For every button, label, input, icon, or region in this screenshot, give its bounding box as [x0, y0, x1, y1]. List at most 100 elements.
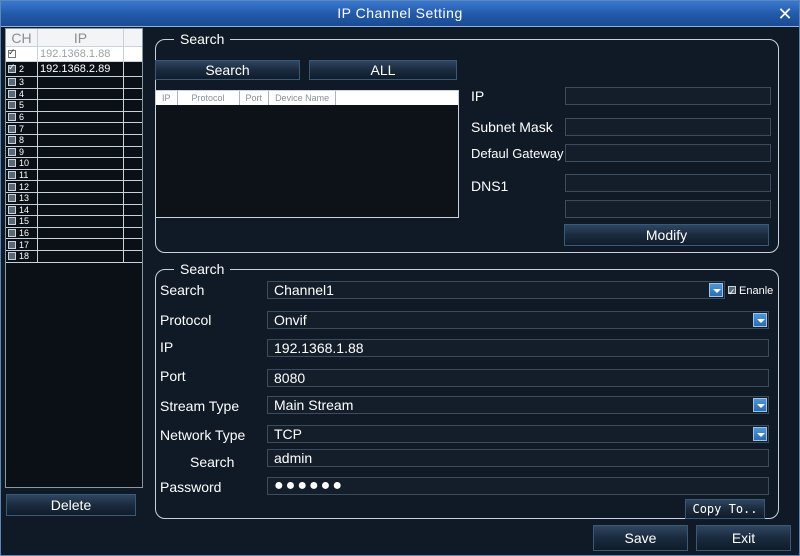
checkbox-icon[interactable] [8, 229, 16, 238]
channel-row[interactable]: 192.1368.1.88 [6, 47, 142, 62]
stream-type-select[interactable]: Main Stream [267, 396, 769, 414]
channel-ip-field[interactable]: 192.1368.1.88 [267, 339, 769, 357]
dns2-field[interactable] [565, 200, 771, 218]
chevron-down-icon[interactable] [753, 398, 767, 412]
channel-number: 5 [19, 100, 25, 111]
dns1-label: DNS1 [471, 178, 509, 194]
channel-ip-cell: 192.1368.1.88 [38, 47, 124, 61]
channel-select-value: Channel1 [274, 282, 334, 298]
checkbox-icon[interactable] [728, 283, 736, 301]
username-field[interactable]: admin [267, 449, 769, 467]
search-button[interactable]: Search [155, 60, 300, 80]
channel-ip-cell [38, 181, 124, 192]
save-button[interactable]: Save [593, 525, 688, 551]
enable-checkbox[interactable]: Enanle [728, 282, 773, 301]
channel-row[interactable]: 7 [6, 123, 142, 135]
default-gateway-label: Defaul Gateway [471, 146, 564, 161]
ip-label: IP [471, 88, 485, 104]
checkbox-icon[interactable] [8, 47, 16, 58]
delete-button[interactable]: Delete [6, 494, 136, 516]
checkbox-icon[interactable] [8, 252, 16, 261]
network-type-select[interactable]: TCP [267, 425, 769, 443]
default-gateway-field[interactable] [565, 144, 771, 162]
port-field[interactable]: 8080 [267, 369, 769, 387]
checkbox-icon[interactable] [8, 182, 16, 191]
channel-row[interactable]: 6 [6, 111, 142, 124]
channel-number: 11 [19, 170, 29, 181]
checkbox-icon[interactable] [8, 194, 16, 203]
subnet-mask-field[interactable] [565, 118, 771, 136]
device-table-header: IP Protocol Port Device Name [156, 91, 458, 105]
channel-number-cell: 6 [6, 111, 38, 123]
channel-ip-cell [38, 134, 124, 146]
channel-ip-cell: 192.1368.2.89 [38, 62, 124, 76]
channel-number: 16 [19, 228, 30, 239]
channel-row[interactable]: 12 [6, 181, 142, 193]
channel-row[interactable]: 3 [6, 77, 142, 89]
channel-row[interactable]: 10 [6, 158, 142, 170]
stream-type-label: Stream Type [160, 398, 240, 414]
channel-row[interactable]: 17 [6, 239, 142, 251]
chevron-down-icon[interactable] [753, 427, 767, 441]
channel-number: 13 [19, 193, 30, 204]
channel-row[interactable]: 13 [6, 192, 142, 205]
channel-number: 6 [19, 112, 25, 123]
checkbox-icon[interactable] [8, 171, 16, 180]
channel-number-cell: 12 [6, 181, 38, 192]
checkbox-icon[interactable] [8, 124, 16, 133]
channel-row[interactable]: 18 [6, 250, 142, 263]
close-icon[interactable]: ✕ [775, 4, 795, 24]
checkbox-icon[interactable] [8, 78, 16, 87]
channel-number-cell: 16 [6, 227, 38, 239]
channel-row[interactable]: 4 [6, 88, 142, 101]
channel-row[interactable]: 8 [6, 134, 142, 147]
chevron-down-icon[interactable] [709, 283, 723, 297]
channel-ip-cell [38, 146, 124, 158]
channel-number: 4 [19, 88, 25, 99]
all-button[interactable]: ALL [309, 60, 457, 80]
channel-ip-cell [38, 169, 124, 181]
exit-button[interactable]: Exit [696, 525, 791, 551]
checkbox-icon[interactable] [8, 136, 16, 145]
channel-row[interactable]: 9 [6, 146, 142, 159]
channel-number-cell: 2 [6, 62, 38, 76]
checkbox-icon[interactable] [8, 101, 16, 110]
port-label: Port [160, 368, 186, 384]
chevron-down-icon[interactable] [753, 313, 767, 327]
channel-number: 14 [19, 204, 30, 215]
channel-number-cell: 7 [6, 123, 38, 134]
checkbox-icon[interactable] [8, 217, 16, 226]
channel-ip-cell [38, 158, 124, 169]
password-field[interactable]: ●●●●●● [267, 477, 769, 495]
channel-number: 8 [19, 135, 25, 146]
window-title: IP Channel Setting [337, 5, 463, 21]
channel-row[interactable]: 15 [6, 216, 142, 228]
channel-number-cell: 8 [6, 134, 38, 146]
checkbox-icon[interactable] [8, 159, 16, 168]
channel-number-cell: 5 [6, 100, 38, 111]
copy-to-button[interactable]: Copy To.. [685, 499, 765, 519]
checkbox-icon[interactable] [8, 147, 16, 156]
device-search-table[interactable]: IP Protocol Port Device Name [155, 90, 459, 218]
dns1-field[interactable] [565, 174, 771, 192]
channel-ip-cell [38, 192, 124, 204]
channel-row[interactable]: 11 [6, 169, 142, 182]
checkbox-icon[interactable] [8, 89, 16, 98]
channel-number-cell: 11 [6, 169, 38, 181]
checkbox-icon[interactable] [8, 240, 16, 249]
modify-button[interactable]: Modify [564, 224, 769, 246]
checkbox-icon[interactable] [8, 113, 16, 122]
channel-ip-cell [38, 250, 124, 262]
channel-row[interactable]: 16 [6, 227, 142, 240]
stream-type-value: Main Stream [274, 397, 354, 413]
username-label: Search [190, 454, 235, 470]
channel-select[interactable]: Channel1 [267, 281, 725, 299]
channel-row[interactable]: 14 [6, 204, 142, 217]
channel-number-cell: 17 [6, 239, 38, 250]
channel-row[interactable]: 2 192.1368.2.89 [6, 62, 142, 77]
checkbox-icon[interactable] [8, 205, 16, 214]
checkbox-icon[interactable] [8, 62, 16, 73]
ip-address-field[interactable] [565, 87, 771, 105]
protocol-select[interactable]: Onvif [267, 311, 769, 329]
channel-row[interactable]: 5 [6, 100, 142, 112]
